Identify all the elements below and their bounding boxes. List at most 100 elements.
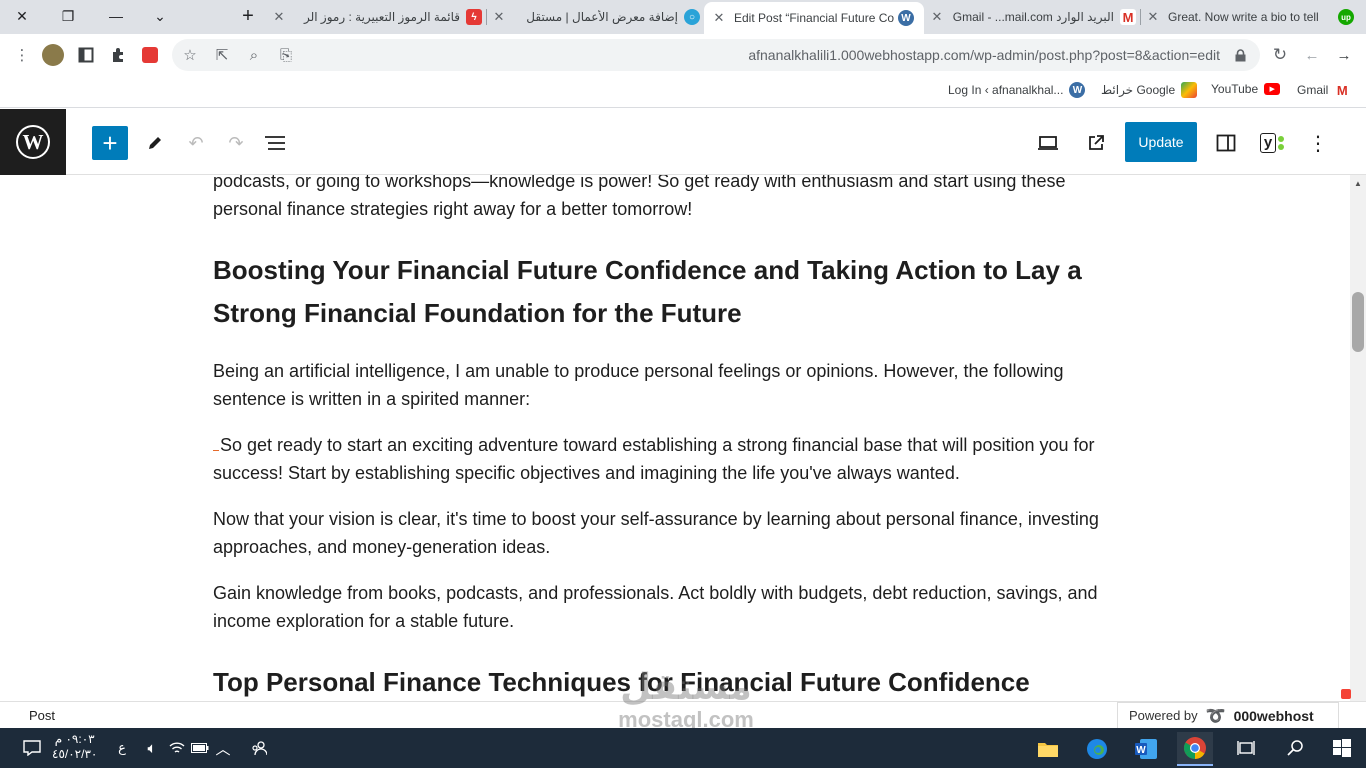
browser-tab-emoji[interactable]: ✕ قائمة الرموز التعبيرية : رموز الر ϟ <box>270 2 482 32</box>
extension-red-icon[interactable] <box>138 43 162 67</box>
windows-start-icon[interactable] <box>1330 736 1354 760</box>
editor-header: W + ↶ ↷ Update y ⋮ <box>0 109 1366 175</box>
tab-search-button[interactable]: ⌄ <box>140 4 180 28</box>
people-icon[interactable] <box>247 736 271 760</box>
tab-label: Edit Post “Financial Future Co <box>734 11 895 25</box>
wordpress-icon: W <box>16 125 50 159</box>
powered-by-brand: 000webhost <box>1233 707 1314 724</box>
side-panel-icon[interactable] <box>74 43 98 67</box>
task-view-icon[interactable] <box>1234 736 1258 760</box>
extensions-puzzle-icon[interactable] <box>106 43 130 67</box>
undo-button[interactable]: ↶ <box>178 126 214 160</box>
upwork-icon: up <box>1338 9 1354 25</box>
wordpress-icon: W <box>1069 82 1086 98</box>
window-minimize-button[interactable]: — <box>96 4 136 28</box>
restore-icon: ❐ <box>61 7 75 24</box>
tab-close-icon[interactable]: ✕ <box>490 9 508 25</box>
text-caret <box>213 450 219 451</box>
wordpress-logo-button[interactable]: W <box>0 109 66 175</box>
block-breadcrumb[interactable]: Post <box>29 708 55 723</box>
preview-button[interactable] <box>1030 126 1066 160</box>
back-arrow-icon[interactable]: ← <box>1300 43 1324 67</box>
bookmark-youtube[interactable]: YouTube ▶ <box>1211 82 1281 96</box>
redo-button[interactable]: ↷ <box>218 126 254 160</box>
content-scrollbar[interactable]: ▲ <box>1350 175 1366 701</box>
reload-icon[interactable]: ↻ <box>1268 43 1292 67</box>
tab-close-icon[interactable]: ✕ <box>928 9 946 25</box>
notification-dot <box>1341 689 1351 699</box>
view-post-button[interactable] <box>1078 126 1114 160</box>
tab-label: Great. Now write a bio to tell <box>1168 10 1319 24</box>
translate-icon[interactable]: ⎘ <box>274 43 298 67</box>
url-text[interactable]: afnanalkhalili1.000webhostapp.com/wp-adm… <box>748 47 1220 63</box>
tab-close-icon[interactable]: ✕ <box>270 9 288 25</box>
window-close-button[interactable]: ✕ <box>2 4 42 28</box>
yoast-icon: y <box>1259 133 1277 153</box>
update-button[interactable]: Update <box>1125 122 1197 162</box>
paragraph-text: So get ready to start an exciting advent… <box>213 435 1095 483</box>
red-bolt-icon: ϟ <box>466 9 482 25</box>
maps-icon <box>1181 82 1198 98</box>
bookmark-gmail[interactable]: Gmail M <box>1297 82 1351 98</box>
bookmark-google-maps[interactable]: خرائط Google <box>1101 82 1198 98</box>
browser-tab-upwork[interactable]: ✕ Great. Now write a bio to tell up <box>1144 2 1354 32</box>
heading-block[interactable]: Boosting Your Financial Future Confidenc… <box>213 249 1113 335</box>
wordpress-icon: W <box>898 10 914 26</box>
battery-icon[interactable] <box>188 736 212 760</box>
taskbar-app-file-explorer[interactable] <box>1030 732 1066 766</box>
lock-icon[interactable] <box>1228 43 1252 67</box>
tab-label: البريد الوارد Gmail - ...mail.com <box>952 10 1114 24</box>
new-tab-button[interactable]: + <box>228 4 268 28</box>
taskbar-clock[interactable]: ٠٩:٠٣ م ٤٥/٠٢/٣٠ <box>52 732 97 762</box>
yoast-seo-button[interactable]: y <box>1254 126 1290 160</box>
share-icon[interactable]: ⇱ <box>210 43 234 67</box>
taskbar-app-chrome[interactable] <box>1177 732 1213 766</box>
paragraph-block[interactable]: Now that your vision is clear, it's time… <box>213 505 1113 561</box>
tab-close-icon[interactable]: ✕ <box>710 10 728 26</box>
forward-arrow-icon[interactable]: → <box>1332 43 1356 67</box>
plus-icon: + <box>102 127 118 158</box>
paragraph-block[interactable]: podcasts, or going to workshops—knowledg… <box>213 175 1113 223</box>
paragraph-block[interactable]: Being an artificial intelligence, I am u… <box>213 357 1113 413</box>
bookmark-star-icon[interactable]: ☆ <box>178 43 202 67</box>
browser-tab-mostaql[interactable]: ✕ إضافة معرض الأعمال | مستقل ○ <box>490 2 700 32</box>
zoom-icon[interactable]: ⌕ <box>242 43 266 67</box>
taskbar-app-edge[interactable] <box>1079 732 1115 766</box>
scroll-up-arrow-icon[interactable]: ▲ <box>1354 179 1362 188</box>
post-content: podcasts, or going to workshops—knowledg… <box>213 175 1113 701</box>
powered-by-badge[interactable]: Powered by ➰ 000webhost <box>1117 702 1339 728</box>
input-language-indicator[interactable]: ع <box>110 736 134 760</box>
plus-icon: + <box>242 4 254 27</box>
window-restore-button[interactable]: ❐ <box>48 4 88 28</box>
heading-block[interactable]: Top Personal Finance Techniques for Fina… <box>213 661 1113 701</box>
tab-close-icon[interactable]: ✕ <box>1144 9 1162 25</box>
scrollbar-thumb[interactable] <box>1352 292 1364 352</box>
bookmark-label: Log In ‹ afnanalkhal... <box>948 83 1064 97</box>
taskbar-app-word[interactable]: W <box>1128 732 1164 766</box>
paragraph-block-active[interactable]: So get ready to start an exciting advent… <box>213 431 1113 487</box>
address-bar[interactable]: ☆ ⇱ ⌕ ⎘ afnanalkhalili1.000webhostapp.co… <box>172 39 1260 71</box>
options-button[interactable]: ⋮ <box>1300 126 1336 160</box>
volume-icon[interactable]: 🔈︎ <box>140 736 164 760</box>
wifi-icon[interactable] <box>165 736 189 760</box>
bookmark-label: خرائط Google <box>1101 83 1176 97</box>
tab-separator <box>486 9 487 25</box>
paragraph-block[interactable]: Gain knowledge from books, podcasts, and… <box>213 579 1113 635</box>
menu-kebab-icon[interactable]: ⋮ <box>10 43 34 67</box>
chevron-up-icon[interactable]: ︿ <box>211 736 235 760</box>
bookmark-wp-login[interactable]: Log In ‹ afnanalkhal... W <box>948 82 1086 98</box>
profile-avatar[interactable] <box>42 44 64 66</box>
search-icon[interactable] <box>1283 736 1307 760</box>
browser-tab-edit-post[interactable]: ✕ Edit Post “Financial Future Co W <box>704 2 924 34</box>
editor-footer: Post Powered by ➰ 000webhost <box>0 701 1366 728</box>
folder-icon <box>1038 743 1058 757</box>
tools-edit-button[interactable] <box>137 126 173 160</box>
add-block-button[interactable]: + <box>92 126 128 160</box>
windows-taskbar: ٠٩:٠٣ م ٤٥/٠٢/٣٠ ع 🔈︎ ︿ W <box>0 728 1366 768</box>
settings-sidebar-button[interactable] <box>1208 126 1244 160</box>
document-overview-button[interactable] <box>257 126 293 160</box>
bookmark-label: YouTube <box>1211 82 1259 96</box>
browser-tab-gmail[interactable]: ✕ البريد الوارد Gmail - ...mail.com M <box>928 2 1136 32</box>
notifications-icon[interactable] <box>20 736 44 760</box>
browser-tab-strip: ✕ ❐ — ⌄ + ✕ قائمة الرموز التعبيرية : رمو… <box>0 0 1366 34</box>
